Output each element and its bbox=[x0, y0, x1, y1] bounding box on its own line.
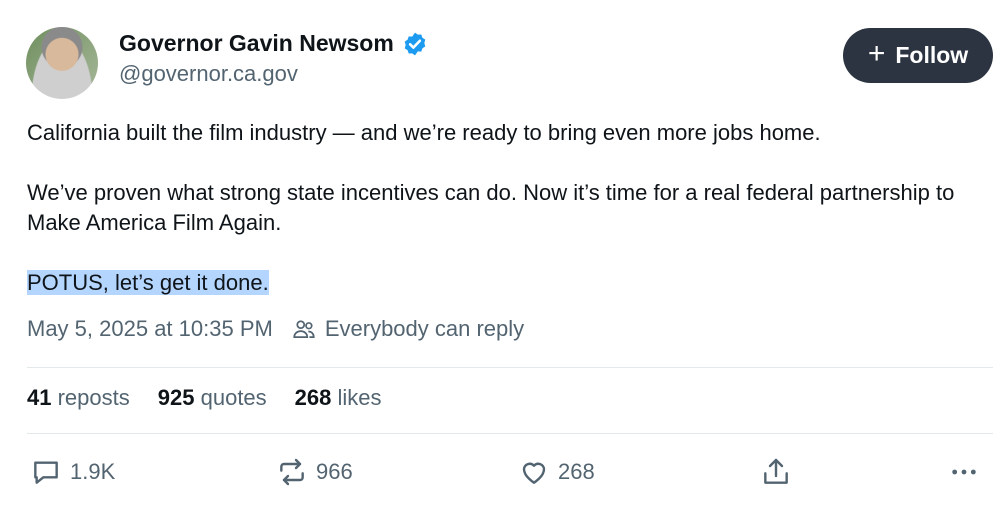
verified-badge-icon bbox=[404, 32, 426, 55]
author-name[interactable]: Governor Gavin Newsom bbox=[119, 30, 394, 57]
reposts-stat[interactable]: 41 reposts bbox=[27, 385, 130, 411]
heart-icon bbox=[522, 462, 546, 484]
author-handle[interactable]: @governor.ca.gov bbox=[119, 61, 298, 87]
plus-icon: + bbox=[867, 37, 886, 70]
avatar[interactable] bbox=[26, 27, 98, 99]
reply-icon bbox=[34, 461, 58, 484]
likes-stat[interactable]: 268 likes bbox=[295, 385, 382, 411]
like-button[interactable]: 268 bbox=[518, 456, 595, 488]
reply-button[interactable]: 1.9K bbox=[30, 456, 115, 488]
more-icon bbox=[952, 469, 976, 475]
divider bbox=[27, 367, 993, 368]
post-paragraph: We’ve proven what strong state incentive… bbox=[27, 180, 955, 235]
divider bbox=[27, 433, 993, 434]
post-stats: 41 reposts 925 quotes 268 likes bbox=[27, 385, 382, 411]
follow-button[interactable]: + Follow bbox=[843, 28, 993, 83]
share-icon bbox=[764, 458, 788, 484]
quotes-stat[interactable]: 925 quotes bbox=[158, 385, 267, 411]
people-icon bbox=[293, 320, 315, 338]
author-row: Governor Gavin Newsom bbox=[119, 30, 428, 57]
reply-setting[interactable]: Everybody can reply bbox=[325, 316, 524, 342]
more-button[interactable] bbox=[948, 456, 980, 488]
share-button[interactable] bbox=[760, 456, 792, 488]
reply-count: 1.9K bbox=[70, 459, 116, 484]
follow-label: Follow bbox=[895, 42, 969, 68]
action-bar: 1.9K 966 268 bbox=[0, 456, 1004, 496]
like-count: 268 bbox=[558, 459, 595, 484]
post-card: Governor Gavin Newsom @governor.ca.gov +… bbox=[0, 0, 1004, 515]
post-paragraph: California built the film industry — and… bbox=[27, 120, 821, 145]
post-meta: May 5, 2025 at 10:35 PM Everybody can re… bbox=[27, 316, 524, 342]
selected-text: POTUS, let’s get it done. bbox=[27, 270, 269, 295]
repost-count: 966 bbox=[316, 459, 353, 484]
post-timestamp[interactable]: May 5, 2025 at 10:35 PM bbox=[27, 316, 273, 342]
repost-button[interactable]: 966 bbox=[276, 456, 353, 488]
repost-icon bbox=[280, 458, 304, 486]
